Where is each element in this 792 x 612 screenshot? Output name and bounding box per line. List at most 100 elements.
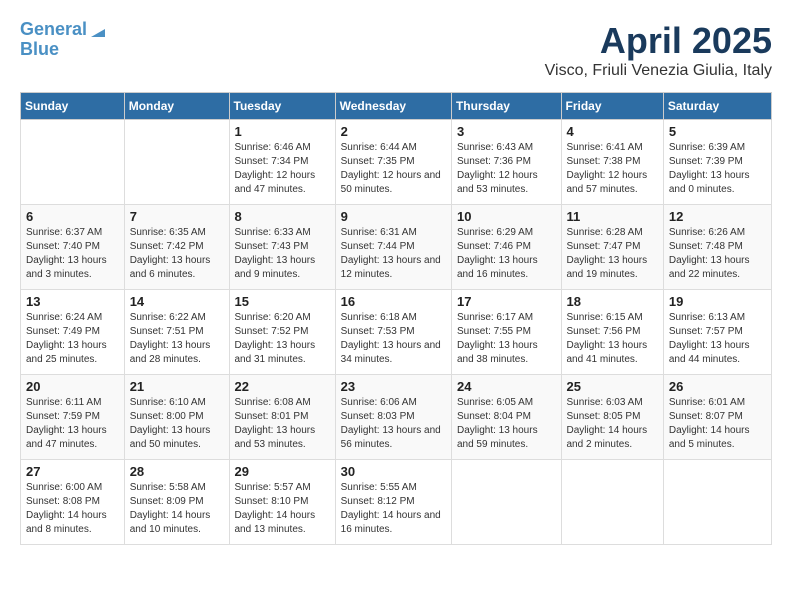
day-number: 13 xyxy=(26,294,119,309)
logo-blue: Blue xyxy=(20,40,59,60)
calendar-cell xyxy=(561,460,663,545)
calendar-cell: 12 Sunrise: 6:26 AMSunset: 7:48 PMDayligh… xyxy=(663,205,771,290)
day-detail: Sunrise: 6:37 AMSunset: 7:40 PMDaylight:… xyxy=(26,226,119,282)
calendar-cell: 11 Sunrise: 6:28 AMSunset: 7:47 PMDayligh… xyxy=(561,205,663,290)
day-number: 27 xyxy=(26,464,119,479)
logo-icon xyxy=(89,21,107,39)
calendar-cell: 28 Sunrise: 5:58 AMSunset: 8:09 PMDayligh… xyxy=(124,460,229,545)
day-number: 30 xyxy=(341,464,446,479)
day-number: 16 xyxy=(341,294,446,309)
weekday-header-wednesday: Wednesday xyxy=(335,93,451,120)
day-number: 17 xyxy=(457,294,556,309)
calendar-cell xyxy=(124,120,229,205)
day-detail: Sunrise: 6:31 AMSunset: 7:44 PMDaylight:… xyxy=(341,226,446,282)
day-number: 18 xyxy=(567,294,658,309)
calendar-cell: 6 Sunrise: 6:37 AMSunset: 7:40 PMDaylight… xyxy=(21,205,125,290)
day-detail: Sunrise: 6:29 AMSunset: 7:46 PMDaylight:… xyxy=(457,226,556,282)
day-detail: Sunrise: 6:26 AMSunset: 7:48 PMDaylight:… xyxy=(669,226,766,282)
day-detail: Sunrise: 6:15 AMSunset: 7:56 PMDaylight:… xyxy=(567,311,658,367)
calendar-cell: 10 Sunrise: 6:29 AMSunset: 7:46 PMDayligh… xyxy=(451,205,561,290)
calendar-cell: 9 Sunrise: 6:31 AMSunset: 7:44 PMDaylight… xyxy=(335,205,451,290)
calendar-cell: 2 Sunrise: 6:44 AMSunset: 7:35 PMDaylight… xyxy=(335,120,451,205)
weekday-header-monday: Monday xyxy=(124,93,229,120)
calendar-week-2: 6 Sunrise: 6:37 AMSunset: 7:40 PMDaylight… xyxy=(21,205,772,290)
day-number: 23 xyxy=(341,379,446,394)
day-detail: Sunrise: 6:22 AMSunset: 7:51 PMDaylight:… xyxy=(130,311,224,367)
calendar-header-row: SundayMondayTuesdayWednesdayThursdayFrid… xyxy=(21,93,772,120)
calendar-week-4: 20 Sunrise: 6:11 AMSunset: 7:59 PMDayligh… xyxy=(21,375,772,460)
day-number: 28 xyxy=(130,464,224,479)
calendar-cell: 5 Sunrise: 6:39 AMSunset: 7:39 PMDaylight… xyxy=(663,120,771,205)
day-number: 22 xyxy=(235,379,330,394)
day-detail: Sunrise: 5:55 AMSunset: 8:12 PMDaylight:… xyxy=(341,481,446,537)
day-number: 4 xyxy=(567,124,658,139)
calendar-cell: 22 Sunrise: 6:08 AMSunset: 8:01 PMDayligh… xyxy=(229,375,335,460)
day-number: 11 xyxy=(567,209,658,224)
calendar-cell: 26Sunrise: 6:01 AMSunset: 8:07 PMDayligh… xyxy=(663,375,771,460)
day-number: 29 xyxy=(235,464,330,479)
day-number: 20 xyxy=(26,379,119,394)
day-number: 1 xyxy=(235,124,330,139)
page-header: General Blue April 2025 Visco, Friuli Ve… xyxy=(20,20,772,80)
calendar-title: April 2025 xyxy=(545,20,772,62)
day-detail: Sunrise: 6:43 AMSunset: 7:36 PMDaylight:… xyxy=(457,141,556,197)
day-number: 9 xyxy=(341,209,446,224)
calendar-cell xyxy=(21,120,125,205)
day-number: 19 xyxy=(669,294,766,309)
calendar-cell: 23 Sunrise: 6:06 AMSunset: 8:03 PMDayligh… xyxy=(335,375,451,460)
calendar-cell: 19 Sunrise: 6:13 AMSunset: 7:57 PMDayligh… xyxy=(663,290,771,375)
calendar-cell: 8Sunrise: 6:33 AMSunset: 7:43 PMDaylight… xyxy=(229,205,335,290)
calendar-cell: 1Sunrise: 6:46 AMSunset: 7:34 PMDaylight… xyxy=(229,120,335,205)
calendar-week-5: 27 Sunrise: 6:00 AMSunset: 8:08 PMDayligh… xyxy=(21,460,772,545)
day-detail: Sunrise: 5:57 AMSunset: 8:10 PMDaylight:… xyxy=(235,481,330,537)
day-number: 24 xyxy=(457,379,556,394)
logo: General Blue xyxy=(20,20,107,60)
day-detail: Sunrise: 6:39 AMSunset: 7:39 PMDaylight:… xyxy=(669,141,766,197)
logo-text: General xyxy=(20,20,87,40)
calendar-cell xyxy=(451,460,561,545)
day-number: 12 xyxy=(669,209,766,224)
day-detail: Sunrise: 6:28 AMSunset: 7:47 PMDaylight:… xyxy=(567,226,658,282)
day-detail: Sunrise: 6:06 AMSunset: 8:03 PMDaylight:… xyxy=(341,396,446,452)
calendar-table: SundayMondayTuesdayWednesdayThursdayFrid… xyxy=(20,92,772,545)
calendar-week-3: 13 Sunrise: 6:24 AMSunset: 7:49 PMDayligh… xyxy=(21,290,772,375)
calendar-cell: 7Sunrise: 6:35 AMSunset: 7:42 PMDaylight… xyxy=(124,205,229,290)
day-detail: Sunrise: 6:11 AMSunset: 7:59 PMDaylight:… xyxy=(26,396,119,452)
day-number: 3 xyxy=(457,124,556,139)
calendar-cell: 20 Sunrise: 6:11 AMSunset: 7:59 PMDayligh… xyxy=(21,375,125,460)
day-detail: Sunrise: 6:00 AMSunset: 8:08 PMDaylight:… xyxy=(26,481,119,537)
day-number: 26 xyxy=(669,379,766,394)
calendar-cell: 3 Sunrise: 6:43 AMSunset: 7:36 PMDaylight… xyxy=(451,120,561,205)
calendar-cell xyxy=(663,460,771,545)
day-detail: Sunrise: 6:18 AMSunset: 7:53 PMDaylight:… xyxy=(341,311,446,367)
day-number: 7 xyxy=(130,209,224,224)
day-detail: Sunrise: 6:08 AMSunset: 8:01 PMDaylight:… xyxy=(235,396,330,452)
calendar-cell: 30 Sunrise: 5:55 AMSunset: 8:12 PMDayligh… xyxy=(335,460,451,545)
day-number: 25 xyxy=(567,379,658,394)
title-block: April 2025 Visco, Friuli Venezia Giulia,… xyxy=(545,20,772,80)
day-number: 5 xyxy=(669,124,766,139)
calendar-cell: 29 Sunrise: 5:57 AMSunset: 8:10 PMDayligh… xyxy=(229,460,335,545)
day-detail: Sunrise: 6:17 AMSunset: 7:55 PMDaylight:… xyxy=(457,311,556,367)
calendar-subtitle: Visco, Friuli Venezia Giulia, Italy xyxy=(545,62,772,80)
day-detail: Sunrise: 6:24 AMSunset: 7:49 PMDaylight:… xyxy=(26,311,119,367)
calendar-cell: 27 Sunrise: 6:00 AMSunset: 8:08 PMDayligh… xyxy=(21,460,125,545)
day-number: 14 xyxy=(130,294,224,309)
calendar-cell: 21 Sunrise: 6:10 AMSunset: 8:00 PMDayligh… xyxy=(124,375,229,460)
day-detail: Sunrise: 5:58 AMSunset: 8:09 PMDaylight:… xyxy=(130,481,224,537)
day-detail: Sunrise: 6:44 AMSunset: 7:35 PMDaylight:… xyxy=(341,141,446,197)
day-detail: Sunrise: 6:13 AMSunset: 7:57 PMDaylight:… xyxy=(669,311,766,367)
day-detail: Sunrise: 6:20 AMSunset: 7:52 PMDaylight:… xyxy=(235,311,330,367)
day-detail: Sunrise: 6:33 AMSunset: 7:43 PMDaylight:… xyxy=(235,226,330,282)
day-number: 2 xyxy=(341,124,446,139)
calendar-cell: 24 Sunrise: 6:05 AMSunset: 8:04 PMDayligh… xyxy=(451,375,561,460)
day-number: 10 xyxy=(457,209,556,224)
day-number: 21 xyxy=(130,379,224,394)
weekday-header-tuesday: Tuesday xyxy=(229,93,335,120)
day-number: 15 xyxy=(235,294,330,309)
day-number: 6 xyxy=(26,209,119,224)
calendar-cell: 17 Sunrise: 6:17 AMSunset: 7:55 PMDayligh… xyxy=(451,290,561,375)
calendar-cell: 4Sunrise: 6:41 AMSunset: 7:38 PMDaylight… xyxy=(561,120,663,205)
day-detail: Sunrise: 6:05 AMSunset: 8:04 PMDaylight:… xyxy=(457,396,556,452)
day-detail: Sunrise: 6:10 AMSunset: 8:00 PMDaylight:… xyxy=(130,396,224,452)
